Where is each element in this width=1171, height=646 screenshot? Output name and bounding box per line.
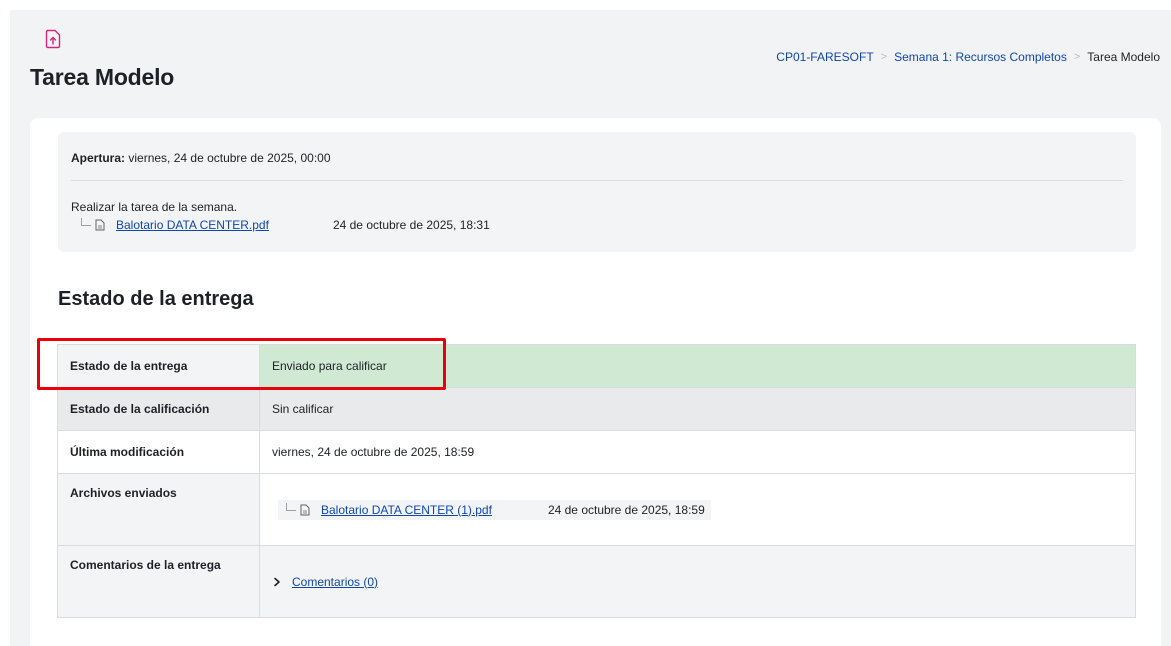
- grading-status-value: Sin calificar: [259, 387, 1136, 431]
- tree-connector-icon: [286, 502, 296, 511]
- submitted-files-cell: Balotario DATA CENTER (1).pdf 24 de octu…: [259, 473, 1136, 546]
- breadcrumb-course[interactable]: CP01-FARESOFT: [776, 50, 873, 64]
- opening-value: viernes, 24 de octubre de 2025, 00:00: [128, 151, 331, 165]
- highlight-annotation: [37, 338, 446, 390]
- page-title: Tarea Modelo: [30, 64, 175, 90]
- breadcrumb-section[interactable]: Semana 1: Recursos Completos: [894, 50, 1067, 64]
- attachment-link[interactable]: Balotario DATA CENTER.pdf: [116, 218, 269, 232]
- opening-label: Apertura:: [71, 151, 126, 165]
- table-row: Estado de la calificación Sin calificar: [57, 387, 1136, 431]
- submitted-file-link[interactable]: Balotario DATA CENTER (1).pdf: [321, 503, 492, 517]
- breadcrumb: CP01-FARESOFT > Semana 1: Recursos Compl…: [776, 50, 1160, 64]
- row-label: Estado de la calificación: [57, 387, 260, 431]
- activity-intro: Apertura: viernes, 24 de octubre de 2025…: [58, 132, 1136, 252]
- submitted-file-date: 24 de octubre de 2025, 18:59: [547, 502, 705, 517]
- intro-attachment: Balotario DATA CENTER.pdf 24 de octubre …: [81, 218, 490, 232]
- row-label: Archivos enviados: [57, 473, 260, 546]
- table-row: Archivos enviados Balotario DATA CENTER …: [57, 473, 1136, 546]
- opening-date: Apertura: viernes, 24 de octubre de 2025…: [71, 151, 331, 165]
- table-row: Última modificación viernes, 24 de octub…: [57, 430, 1136, 474]
- tree-connector-icon: [81, 218, 91, 226]
- submitted-file: Balotario DATA CENTER (1).pdf 24 de octu…: [278, 499, 711, 520]
- section-title: Estado de la entrega: [58, 288, 254, 310]
- attachment-date: 24 de octubre de 2025, 18:31: [332, 218, 490, 232]
- row-label: Comentarios de la entrega: [57, 545, 260, 618]
- row-label: Última modificación: [57, 430, 260, 474]
- last-modified-value: viernes, 24 de octubre de 2025, 18:59: [259, 430, 1136, 474]
- breadcrumb-separator-icon: >: [1073, 51, 1081, 63]
- chevron-right-icon[interactable]: [272, 577, 282, 587]
- breadcrumb-current: Tarea Modelo: [1087, 50, 1160, 64]
- table-row: Comentarios de la entrega Comentarios (0…: [57, 545, 1136, 618]
- comments-toggle[interactable]: Comentarios (0): [272, 575, 1123, 589]
- activity-description: Realizar la tarea de la semana.: [71, 200, 238, 214]
- pdf-file-icon: [300, 504, 310, 515]
- pdf-file-icon: [95, 219, 105, 231]
- comments-cell: Comentarios (0): [259, 545, 1136, 618]
- assignment-upload-icon: [45, 29, 61, 49]
- breadcrumb-separator-icon: >: [880, 51, 888, 63]
- comments-link[interactable]: Comentarios (0): [292, 575, 378, 589]
- divider: [71, 180, 1123, 181]
